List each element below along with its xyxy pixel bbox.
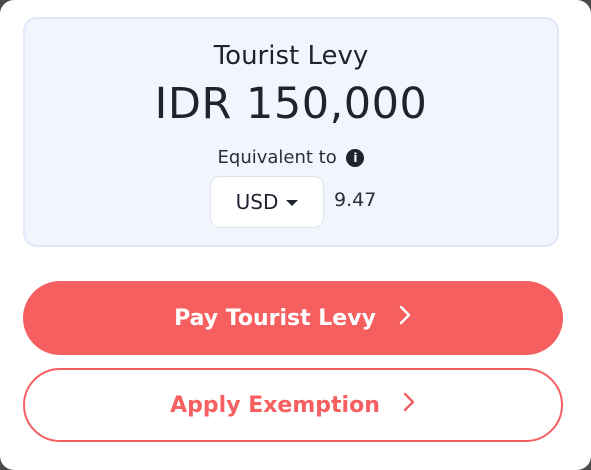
equivalent-label: Equivalent to [217,147,337,168]
modal-sheet: Tourist Levy IDR 150,000 Equivalent to i… [0,0,591,470]
equivalent-row: Equivalent to i [25,147,557,168]
caret-down-icon [286,200,299,206]
currency-dropdown[interactable]: USD [210,176,324,228]
chevron-right-icon [402,391,416,419]
info-icon[interactable]: i [346,149,365,167]
apply-exemption-button[interactable]: Apply Exemption [23,368,563,442]
currency-value: USD [235,190,279,214]
converted-amount: 9.47 [334,189,377,211]
chevron-right-icon [398,304,412,332]
exemption-button-label: Apply Exemption [170,392,380,418]
pay-tourist-levy-button[interactable]: Pay Tourist Levy [23,281,563,355]
levy-info-card: Tourist Levy IDR 150,000 Equivalent to i… [23,17,559,247]
levy-amount: IDR 150,000 [154,79,428,129]
levy-title: Tourist Levy [213,41,369,71]
pay-button-label: Pay Tourist Levy [174,305,376,331]
